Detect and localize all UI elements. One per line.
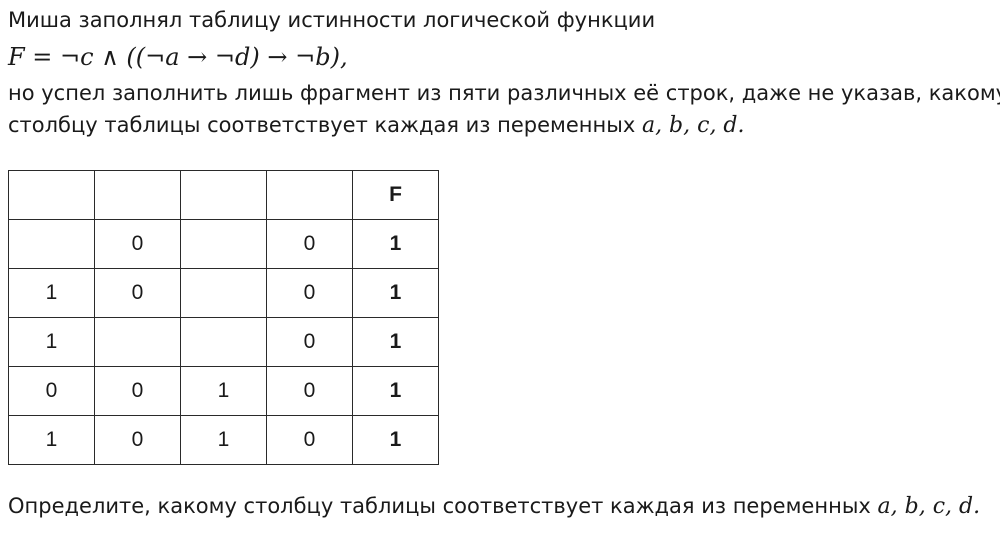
table-cell: 1 (8, 317, 95, 367)
problem-intro: Миша заполнял таблицу истинности логичес… (8, 8, 656, 32)
header-cell-f: F (352, 170, 439, 220)
problem-statement: Миша заполнял таблицу истинности логичес… (8, 4, 1000, 142)
table-cell (180, 219, 267, 269)
truth-table: F 0 0 1 1 0 0 1 1 0 1 0 0 1 0 1 1 0 1 0 … (8, 170, 439, 465)
table-cell: 1 (8, 268, 95, 318)
table-cell: 0 (8, 366, 95, 416)
variables-list: a, b, c, d. (641, 113, 745, 138)
table-cell: 0 (266, 219, 353, 269)
table-cell: 0 (266, 366, 353, 416)
table-cell: 0 (266, 317, 353, 367)
problem-line-3: столбцу таблицы соответствует каждая из … (8, 109, 993, 142)
table-header-row: F (8, 170, 439, 220)
table-cell: 0 (94, 366, 181, 416)
table-cell-f: 1 (352, 366, 439, 416)
table-cell-f: 1 (352, 219, 439, 269)
table-cell-f: 1 (352, 415, 439, 465)
table-cell: 1 (180, 415, 267, 465)
table-cell (180, 268, 267, 318)
table-cell: 0 (266, 268, 353, 318)
problem-line-3-text: столбцу таблицы соответствует каждая из … (8, 113, 642, 137)
table-cell: 0 (94, 268, 181, 318)
table-cell: 1 (8, 415, 95, 465)
header-cell (266, 170, 353, 220)
table-row: 0 0 1 (8, 219, 439, 269)
table-cell (94, 317, 181, 367)
table-row: 1 0 1 (8, 317, 439, 367)
question-text: Определите, какому столбцу таблицы соотв… (8, 494, 878, 518)
table-cell: 0 (94, 415, 181, 465)
table-cell-f: 1 (352, 268, 439, 318)
table-cell: 0 (266, 415, 353, 465)
table-cell: 0 (94, 219, 181, 269)
table-cell: 1 (180, 366, 267, 416)
table-cell (8, 219, 95, 269)
question-variables: a, b, c, d. (877, 494, 981, 519)
table-cell (180, 317, 267, 367)
problem-line-2: но успел заполнить лишь фрагмент из пяти… (8, 81, 1000, 105)
logic-formula: F = ¬c ∧ ((¬a → ¬d) → ¬b), (8, 43, 348, 71)
table-cell-f: 1 (352, 317, 439, 367)
table-row: 0 0 1 0 1 (8, 366, 439, 416)
header-cell (94, 170, 181, 220)
table-row: 1 0 1 0 1 (8, 415, 439, 465)
question: Определите, какому столбцу таблицы соотв… (8, 490, 980, 523)
header-cell (8, 170, 95, 220)
header-cell (180, 170, 267, 220)
table-row: 1 0 0 1 (8, 268, 439, 318)
